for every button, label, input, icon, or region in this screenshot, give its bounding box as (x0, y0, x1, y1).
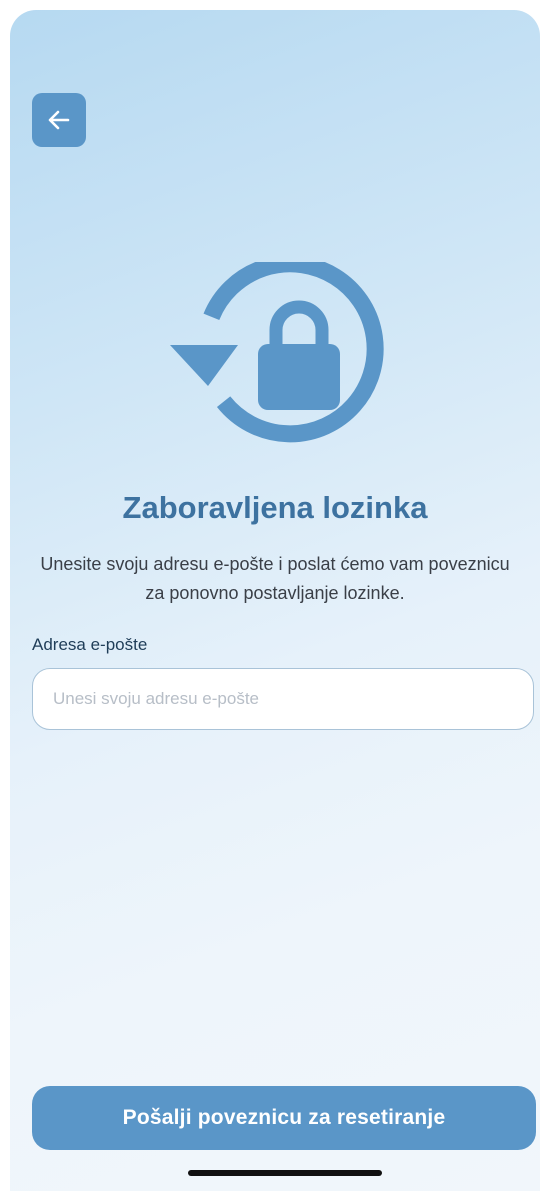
arrow-left-icon (48, 110, 70, 130)
lock-reset-icon (170, 262, 384, 443)
email-field[interactable] (32, 668, 534, 730)
email-label: Adresa e-pošte (32, 635, 148, 654)
page-subtitle: Unesite svoju adresu e-pošte i poslat će… (40, 554, 510, 603)
back-button[interactable] (32, 93, 86, 147)
send-reset-link-button[interactable]: Pošalji poveznicu za resetiranje (32, 1086, 536, 1150)
forgot-password-screen: Zaboravljena lozinka Unesite svoju adres… (10, 10, 540, 1191)
page-title: Zaboravljena lozinka (122, 490, 428, 525)
home-indicator (188, 1170, 382, 1176)
